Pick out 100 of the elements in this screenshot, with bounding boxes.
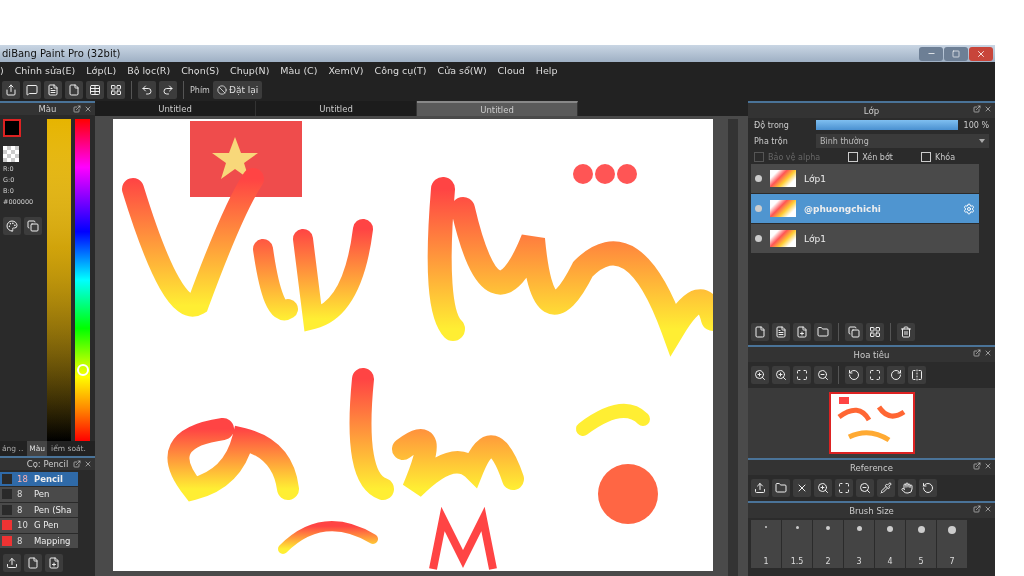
close-icon (976, 48, 986, 59)
hue-thumb[interactable] (77, 363, 89, 376)
undock-icon[interactable] (973, 462, 981, 470)
menu-item[interactable]: Cửa sổ(W) (437, 65, 487, 76)
upload-button[interactable] (751, 479, 769, 497)
add-page-button[interactable] (45, 554, 63, 572)
duplicate-button[interactable] (845, 323, 863, 341)
zoom-button[interactable] (751, 366, 769, 384)
brush-size-option[interactable]: 3 (844, 520, 874, 568)
brush-item[interactable]: 8 Pen (Sha (0, 502, 78, 517)
brush-item[interactable]: 18 Pencil (0, 471, 78, 486)
share-button[interactable] (2, 81, 20, 99)
undock-icon[interactable] (73, 459, 81, 468)
trash-button[interactable] (897, 323, 915, 341)
dot-icon (826, 526, 830, 530)
opacity-slider[interactable] (816, 120, 958, 130)
zoom-in-button[interactable] (772, 366, 790, 384)
menu-item[interactable]: Xem(V) (328, 65, 364, 76)
document-tab[interactable]: Untitled (417, 101, 578, 116)
saturation-field[interactable] (47, 118, 71, 441)
menu-item[interactable]: Chọn(S) (181, 65, 220, 76)
zoom-out-icon (859, 482, 871, 494)
page-button[interactable] (65, 81, 83, 99)
page-button[interactable] (24, 554, 42, 572)
undo-button[interactable] (138, 81, 156, 99)
rotate-right-button[interactable] (887, 366, 905, 384)
flip-button[interactable] (908, 366, 926, 384)
fit-button[interactable] (866, 366, 884, 384)
list-button[interactable] (86, 81, 104, 99)
menu-item[interactable]: Bộ lọc(R) (127, 65, 171, 76)
layer-item[interactable]: Lớp1 (751, 164, 979, 193)
transparent-swatch[interactable] (3, 145, 19, 162)
close-icon[interactable] (84, 105, 92, 113)
zoom-out-button[interactable] (856, 479, 874, 497)
panel-title: Reference (850, 462, 893, 473)
brush-item[interactable]: 10 G Pen (0, 518, 78, 533)
visibility-icon[interactable] (755, 175, 762, 182)
undock-icon[interactable] (973, 505, 981, 513)
brush-size-option[interactable]: 5 (906, 520, 936, 568)
brush-size-option[interactable]: 1.5 (782, 520, 812, 568)
rotate-left-button[interactable] (845, 366, 863, 384)
undock-icon[interactable] (973, 349, 981, 357)
color-swatch[interactable] (3, 118, 21, 137)
brush-size-option[interactable]: 4 (875, 520, 905, 568)
folder-button[interactable] (814, 323, 832, 341)
menu-item[interactable]: Màu (C) (280, 65, 318, 76)
document-tab[interactable]: Untitled (95, 101, 256, 116)
fit-button[interactable] (793, 366, 811, 384)
folder-button[interactable] (772, 479, 790, 497)
settings-icon[interactable] (963, 202, 975, 215)
menu-item[interactable]: Lớp(L) (86, 65, 117, 76)
close-icon[interactable] (84, 459, 92, 468)
layer-button[interactable] (772, 323, 790, 341)
visibility-icon[interactable] (755, 235, 762, 242)
close-icon[interactable] (984, 105, 992, 113)
add-layer-button[interactable] (793, 323, 811, 341)
layer-option-checkbox[interactable]: Xén bớt (848, 152, 893, 162)
layer-option-checkbox[interactable]: Khóa (920, 152, 956, 162)
zoom-out-button[interactable] (814, 366, 832, 384)
brush-size-option[interactable]: 2 (813, 520, 843, 568)
menu-item[interactable]: ) (0, 65, 4, 76)
hand-button[interactable] (898, 479, 916, 497)
brush-name: Mapping (34, 535, 71, 546)
maximize-button[interactable] (944, 46, 968, 61)
minimize-button[interactable] (919, 46, 943, 61)
panel-title: Lớp (863, 105, 880, 116)
undock-icon[interactable] (73, 105, 81, 113)
close-button[interactable] (793, 479, 811, 497)
close-icon[interactable] (984, 505, 992, 513)
brush-size-option[interactable]: 1 (751, 520, 781, 568)
brush-item[interactable]: 8 Mapping (0, 533, 78, 548)
reset-button[interactable]: Đặt lại (212, 81, 263, 99)
copy-button[interactable] (24, 216, 42, 235)
speech-bubble-button[interactable] (23, 81, 41, 99)
redo-button[interactable] (159, 81, 177, 99)
close-icon[interactable] (984, 462, 992, 470)
eyedropper-button[interactable] (877, 479, 895, 497)
menu-item[interactable]: Cloud (497, 65, 525, 76)
menu-item[interactable]: Chỉnh sửa(E) (14, 65, 76, 76)
zoom-in-button[interactable] (814, 479, 832, 497)
brush-item[interactable]: 8 Pen (0, 487, 78, 502)
menu-item[interactable]: Help (535, 65, 558, 76)
menu-item[interactable]: Chụp(N) (230, 65, 270, 76)
blend-dropdown[interactable]: Bình thường (816, 134, 989, 148)
brush-size-option[interactable]: 7 (937, 520, 967, 568)
new-layer-button[interactable] (751, 323, 769, 341)
fit-button[interactable] (835, 479, 853, 497)
menu-item[interactable]: Công cụ(T) (374, 65, 427, 76)
grid-button[interactable] (107, 81, 125, 99)
rotate-left-button[interactable] (919, 479, 937, 497)
document-tab[interactable]: Untitled (256, 101, 417, 116)
shortcut-label: Phím (190, 85, 210, 95)
close-icon[interactable] (984, 349, 992, 357)
palette-button[interactable] (3, 216, 21, 235)
undock-icon[interactable] (973, 105, 981, 113)
upload-button[interactable] (3, 554, 21, 572)
hue-slider[interactable] (75, 118, 90, 441)
merge-button[interactable] (866, 323, 884, 341)
note-button[interactable] (44, 81, 62, 99)
layer-item[interactable]: Lớp1 (751, 224, 979, 253)
